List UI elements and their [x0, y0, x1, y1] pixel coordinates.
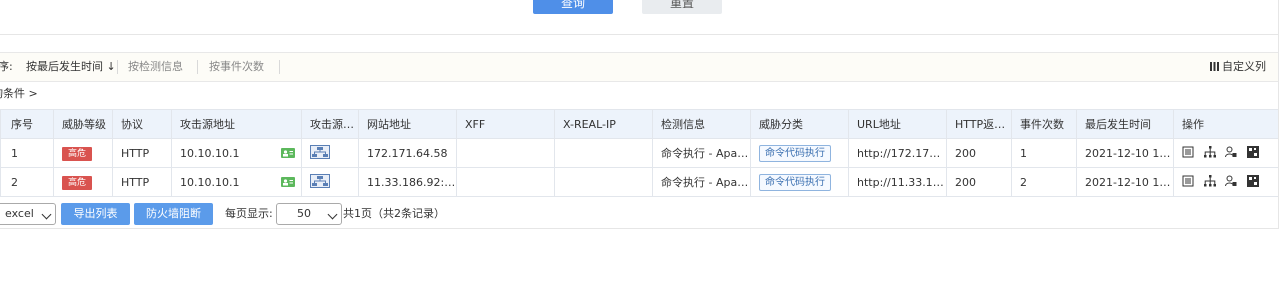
sort-by-detect-info[interactable]: 按检测信息 [128, 53, 183, 81]
divider [1278, 34, 1279, 229]
column-header: 最后发生时间 [1076, 109, 1174, 139]
page-size-select[interactable]: 50 [276, 203, 342, 225]
query-conditions-toggle[interactable]: 询条件 > [0, 86, 38, 102]
detail-icon[interactable] [1182, 175, 1194, 190]
detail-icon[interactable] [1182, 146, 1194, 161]
sort-by-event-count[interactable]: 按事件次数 [209, 53, 264, 81]
table-row[interactable]: 2 高危 HTTP 10.10.10.1 11.33.186.92:1287 命… [0, 167, 1279, 197]
cell-protocol: HTTP [112, 138, 172, 168]
column-header: 操作 [1173, 109, 1279, 139]
divider [279, 60, 280, 74]
cell-detect: 命令执行 - Apache... [652, 167, 751, 197]
chevron-down-icon [41, 209, 52, 220]
block-icon[interactable] [1246, 145, 1259, 161]
search-panel: 查询 重置 [0, 0, 1279, 35]
cell-index: 2 [0, 167, 54, 197]
firewall-block-button[interactable]: 防火墙阻断 [134, 203, 213, 225]
column-header: 协议 [112, 109, 172, 139]
cell-url: http://172.171.64.... [848, 138, 947, 168]
sort-down-arrow-icon: ↓ [106, 60, 116, 73]
reset-button[interactable]: 重置 [642, 0, 722, 14]
column-header: 攻击源地址 [171, 109, 302, 139]
query-button[interactable]: 查询 [533, 0, 613, 14]
column-header: 事件次数 [1011, 109, 1077, 139]
cell-http-code: 200 [946, 138, 1012, 168]
cell-xrealip [554, 167, 653, 197]
cell-last-time: 2021-12-10 10:30:... [1076, 167, 1174, 197]
column-header: URL地址 [848, 109, 947, 139]
pagination-total: 共1页（共2条记录） [343, 207, 445, 220]
threat-level-badge: 高危 [62, 146, 93, 161]
divider [117, 60, 118, 74]
divider [0, 228, 1278, 229]
user-lock-icon[interactable] [1225, 146, 1237, 161]
sort-bar: 序: 按最后发生时间 ↓ 按检测信息 按事件次数 自定义列 [0, 52, 1278, 82]
network-topology-icon[interactable] [310, 144, 330, 162]
cell-site: 172.171.64.58 [358, 138, 457, 168]
column-header: 攻击源国家 [301, 109, 359, 139]
cell-protocol: HTTP [112, 167, 172, 197]
user-lock-icon[interactable] [1225, 175, 1237, 190]
cell-src-ip[interactable]: 10.10.10.1 [180, 176, 239, 189]
page-size-label: 每页显示: [225, 207, 273, 220]
column-header: XFF [456, 109, 555, 139]
cell-src-ip[interactable]: 10.10.10.1 [180, 147, 239, 160]
cell-detect: 命令执行 - Apache... [652, 138, 751, 168]
ip-asset-icon[interactable] [281, 177, 295, 190]
cell-count: 1 [1011, 138, 1077, 168]
cell-xff [456, 138, 555, 168]
export-format-select[interactable]: excel [0, 203, 56, 225]
network-topology-icon[interactable] [310, 173, 330, 191]
sort-by-last-time[interactable]: 按最后发生时间 ↓ [26, 53, 116, 81]
columns-icon [1210, 62, 1219, 71]
cell-last-time: 2021-12-10 10:30:... [1076, 138, 1174, 168]
block-icon[interactable] [1246, 174, 1259, 190]
custom-columns-button[interactable]: 自定义列 [1210, 53, 1266, 81]
column-header: 序号 [0, 109, 54, 139]
sort-label: 序: [0, 60, 13, 73]
column-header: 威胁等级 [53, 109, 113, 139]
topology-icon[interactable] [1203, 174, 1216, 190]
cell-xff [456, 167, 555, 197]
table-row[interactable]: 1 高危 HTTP 10.10.10.1 172.171.64.58 命令执行 … [0, 138, 1279, 168]
column-header: HTTP返回码 [946, 109, 1012, 139]
chevron-down-icon [327, 209, 338, 220]
column-header: 网站地址 [358, 109, 457, 139]
cell-site: 11.33.186.92:1287 [358, 167, 457, 197]
column-header: X-REAL-IP [554, 109, 653, 139]
column-header: 威胁分类 [750, 109, 849, 139]
cell-count: 2 [1011, 167, 1077, 197]
category-tag: 命令代码执行 [759, 144, 831, 162]
cell-index: 1 [0, 138, 54, 168]
column-header: 检测信息 [652, 109, 751, 139]
events-table: 序号 威胁等级 协议 攻击源地址 攻击源国家 网站地址 XFF X-REAL-I… [0, 109, 1279, 197]
threat-level-badge: 高危 [62, 175, 93, 190]
cell-xrealip [554, 138, 653, 168]
category-tag: 命令代码执行 [759, 173, 831, 191]
divider [197, 60, 198, 74]
cell-http-code: 200 [946, 167, 1012, 197]
export-list-button[interactable]: 导出列表 [61, 203, 130, 225]
topology-icon[interactable] [1203, 145, 1216, 161]
cell-url: http://11.33.186.9... [848, 167, 947, 197]
ip-asset-icon[interactable] [281, 148, 295, 161]
table-footer: excel 导出列表 防火墙阻断 每页显示: 50 共1页（共2条记录） [0, 203, 1278, 227]
table-header-row: 序号 威胁等级 协议 攻击源地址 攻击源国家 网站地址 XFF X-REAL-I… [0, 109, 1279, 139]
